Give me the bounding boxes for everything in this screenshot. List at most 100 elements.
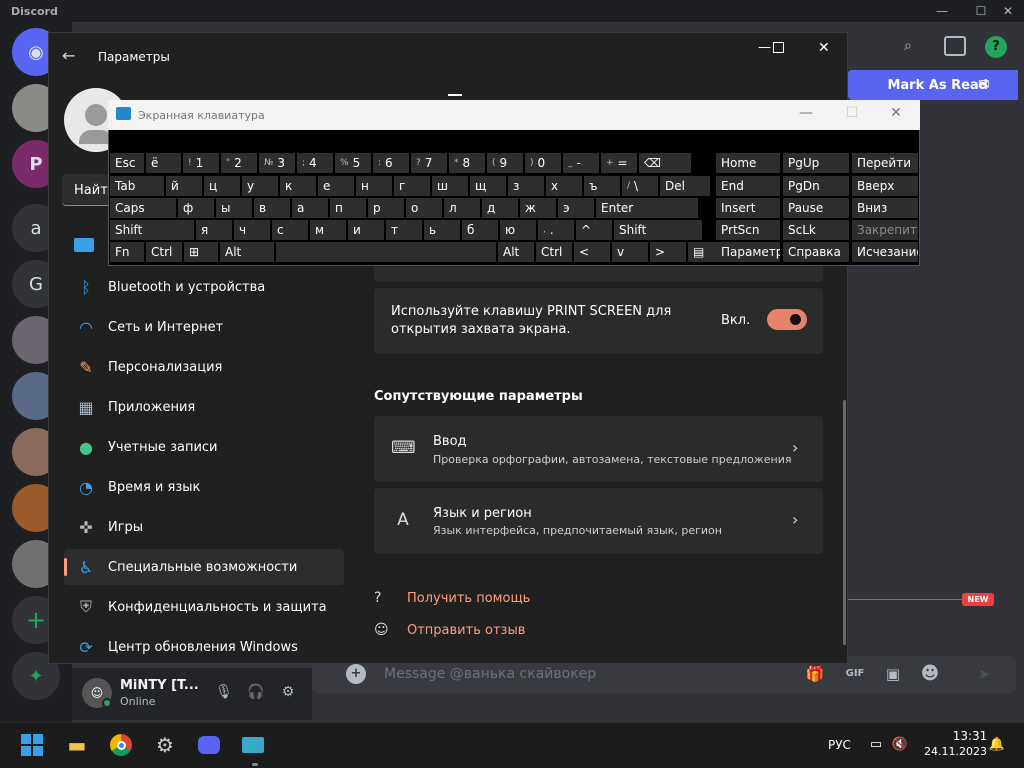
chrome-icon[interactable] (107, 731, 135, 759)
osk-key[interactable]: Ctrl (146, 242, 182, 262)
osk-nav-key[interactable]: Перейти (852, 153, 918, 173)
file-explorer-icon[interactable]: ▬ (63, 731, 91, 759)
emoji-icon[interactable]: ☻ (918, 662, 942, 686)
osk-key[interactable]: ц (204, 176, 240, 196)
osk-key[interactable]: ы (216, 198, 252, 218)
nav-privacy[interactable]: ⛨ Конфиденциальность и защита (64, 589, 344, 625)
osk-nav-key[interactable]: Справка (783, 242, 849, 262)
osk-key[interactable]: ф (178, 198, 214, 218)
osk-key[interactable]: + = (601, 153, 637, 173)
osk-key[interactable]: Enter (596, 198, 698, 218)
osk-key[interactable]: * 8 (449, 153, 485, 173)
sticker-icon[interactable]: ▣ (881, 662, 905, 686)
osk-key[interactable]: Alt (498, 242, 534, 262)
send-icon[interactable]: ➤ (972, 662, 996, 686)
nav-gaming[interactable]: ✜ Игры (64, 509, 344, 545)
maximize-icon[interactable]: ☐ (973, 3, 989, 19)
osk-nav-key[interactable]: PgUp (783, 153, 849, 173)
start-windows-icon[interactable] (18, 731, 46, 759)
osk-key[interactable]: з (508, 176, 544, 196)
osk-key[interactable]: ъ (584, 176, 620, 196)
osk-key[interactable]: Ctrl (536, 242, 572, 262)
input-language-indicator[interactable]: РУС (828, 738, 851, 752)
osk-nav-key[interactable]: Вверх (852, 176, 918, 196)
osk-key[interactable]: _ - (563, 153, 599, 173)
osk-nav-key[interactable]: Закрепить (852, 220, 918, 240)
osk-nav-key[interactable]: Pause (783, 198, 849, 218)
osk-nav-key[interactable]: Параметры (716, 242, 780, 262)
osk-key[interactable]: ч (234, 220, 270, 240)
osk-key[interactable]: ; 4 (297, 153, 333, 173)
osk-key[interactable]: Shift (110, 220, 194, 240)
osk-key[interactable]: v (612, 242, 648, 262)
osk-key[interactable]: я (196, 220, 232, 240)
user-settings-gear-icon[interactable]: ⚙ (278, 682, 298, 702)
close-icon[interactable]: ✕ (818, 40, 830, 56)
minimize-icon[interactable]: — (758, 40, 771, 55)
osk-key[interactable]: / \ (622, 176, 658, 196)
osk-key[interactable]: а (292, 198, 328, 218)
osk-key[interactable]: ⊞ (184, 242, 218, 262)
osk-nav-key[interactable]: Insert (716, 198, 780, 218)
osk-key[interactable]: Esc (110, 153, 144, 173)
osk-nav-key[interactable]: Home (716, 153, 780, 173)
osk-nav-key[interactable]: Вниз (852, 198, 918, 218)
osk-key[interactable]: т (386, 220, 422, 240)
osk-key[interactable]: ю (500, 220, 536, 240)
gif-icon[interactable]: GIF (843, 662, 867, 686)
language-card[interactable] (374, 488, 823, 554)
input-card[interactable] (374, 416, 823, 482)
osk-key[interactable]: к (280, 176, 316, 196)
close-icon[interactable]: ✕ (886, 105, 906, 121)
osk-key[interactable]: в (254, 198, 290, 218)
search-icon[interactable]: ⌕ (904, 38, 912, 54)
gift-icon[interactable]: 🎁 (803, 662, 827, 686)
minimize-icon[interactable]: — (934, 3, 950, 19)
osk-nav-key[interactable]: PgDn (783, 176, 849, 196)
osk-key[interactable]: :6 (373, 153, 409, 173)
osk-key[interactable]: п (330, 198, 366, 218)
osk-key[interactable]: (9 (487, 153, 523, 173)
osk-key[interactable]: ё (146, 153, 181, 173)
osk-key[interactable]: м (310, 220, 346, 240)
osk-key[interactable]: й (166, 176, 202, 196)
osk-key[interactable]: э (558, 198, 594, 218)
osk-key[interactable]: ,. (538, 220, 574, 240)
osk-key[interactable]: е (318, 176, 354, 196)
osk-key[interactable]: д (482, 198, 518, 218)
discord-icon[interactable] (195, 731, 223, 759)
attach-plus-icon[interactable]: + (346, 664, 366, 684)
nav-bluetooth[interactable]: ᛒ Bluetooth и устройства (64, 269, 344, 305)
get-help-link[interactable]: Получить помощь (407, 591, 530, 606)
settings-search-input[interactable]: Найти (62, 174, 112, 206)
mark-as-read-button[interactable]: Mark As Read (848, 70, 1018, 100)
minimize-icon[interactable]: — (796, 105, 816, 121)
clock-time[interactable]: 13:31 (950, 729, 990, 743)
osk-key[interactable]: Alt (220, 242, 274, 262)
osk-key[interactable]: щ (470, 176, 506, 196)
osk-key[interactable]: б (462, 220, 498, 240)
print-screen-toggle[interactable] (767, 309, 807, 330)
nav-network[interactable]: ◠ Сеть и Интернет (64, 309, 344, 345)
osk-key[interactable]: и (348, 220, 384, 240)
osk-key[interactable]: г (394, 176, 430, 196)
osk-key[interactable]: > (650, 242, 686, 262)
maximize-icon[interactable] (773, 42, 784, 53)
osk-key[interactable]: р (368, 198, 404, 218)
osk-nav-key[interactable]: ScLk (783, 220, 849, 240)
display-icon[interactable]: ▭ (866, 737, 886, 752)
send-feedback-link[interactable]: Отправить отзыв (407, 623, 525, 638)
osk-key[interactable]: с (272, 220, 308, 240)
volume-muted-icon[interactable]: 🔇 (890, 737, 910, 752)
osk-key[interactable]: № 3 (259, 153, 295, 173)
osk-key[interactable]: % 5 (335, 153, 371, 173)
osk-key[interactable]: Caps (110, 198, 176, 218)
osk-key[interactable]: л (444, 198, 480, 218)
osk-nav-key[interactable]: Исчезание (852, 242, 918, 262)
osk-key[interactable]: Tab (110, 176, 164, 196)
osk-key[interactable]: < (574, 242, 610, 262)
headphones-icon[interactable]: 🎧 (246, 682, 266, 702)
osk-key[interactable]: Shift (614, 220, 702, 240)
on-screen-keyboard-icon[interactable] (239, 731, 267, 759)
help-icon[interactable]: ? (985, 36, 1007, 58)
